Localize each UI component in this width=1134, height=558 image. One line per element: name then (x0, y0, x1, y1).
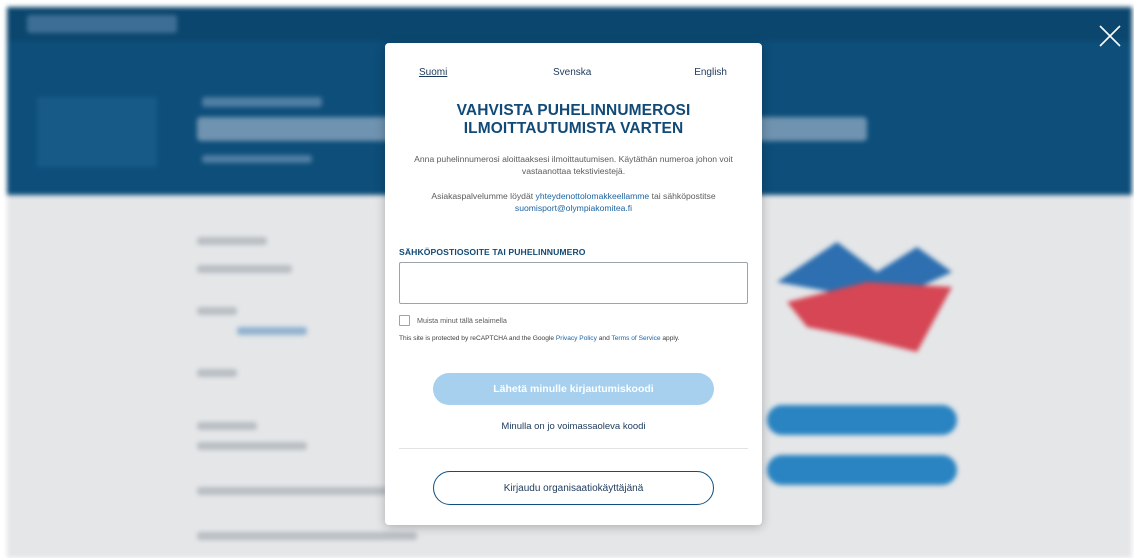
background-text-line (197, 422, 257, 430)
close-icon[interactable] (1098, 24, 1122, 48)
background-subtitle (202, 155, 312, 163)
background-brand-logo (777, 242, 952, 352)
background-text-line (197, 532, 417, 540)
contact-form-link[interactable]: yhteydenottolomakkeellamme (536, 191, 650, 201)
background-text-line (237, 327, 307, 335)
modal-title-line1: VAHVISTA PUHELINNUMEROSI (456, 102, 691, 119)
send-login-code-button[interactable]: Lähetä minulle kirjautumiskoodi (433, 373, 714, 405)
recaptcha-suffix: apply. (660, 335, 680, 342)
remember-me-label: Muista minut tällä selaimella (417, 315, 507, 325)
privacy-policy-link[interactable]: Privacy Policy (556, 335, 597, 342)
background-button (767, 455, 957, 485)
background-text-line (197, 487, 387, 495)
intro-text: Anna puhelinnumerosi aloittaaksesi ilmoi… (414, 154, 733, 176)
terms-of-service-link[interactable]: Terms of Service (611, 335, 660, 342)
background-text-line (197, 369, 237, 377)
background-button (767, 405, 957, 435)
checkbox-icon[interactable] (399, 314, 410, 326)
background-side-panel (37, 97, 157, 167)
recaptcha-and: and (596, 335, 612, 342)
remember-me[interactable]: Muista minut tällä selaimella (399, 314, 507, 326)
recaptcha-prefix: This site is protected by reCAPTCHA and … (399, 335, 556, 342)
support-email-link[interactable]: suomisport@olympiakomitea.fi (515, 203, 632, 213)
organization-login-button[interactable]: Kirjaudu organisaatiokäyttäjänä (433, 471, 714, 505)
have-code-link[interactable]: Minulla on jo voimassaoleva koodi (385, 421, 762, 432)
modal-title: VAHVISTA PUHELINNUMEROSI ILMOITTAUTUMIST… (405, 102, 742, 138)
background-text-line (197, 307, 237, 315)
recaptcha-notice: This site is protected by reCAPTCHA and … (399, 335, 749, 342)
support-prefix: Asiakaspalvelumme löydät (431, 191, 536, 201)
background-breadcrumb (202, 97, 322, 107)
support-middle: tai sähköpostitse (649, 191, 716, 201)
email-phone-label: SÄHKÖPOSTIOSOITE TAI PUHELINNUMERO (399, 247, 586, 257)
background-logo (27, 15, 177, 33)
background-text-line (197, 237, 267, 245)
email-phone-input[interactable] (399, 262, 748, 304)
language-svenska[interactable]: Svenska (553, 67, 591, 78)
support-text: Asiakaspalvelumme löydät yhteydenottolom… (397, 190, 750, 214)
language-suomi[interactable]: Suomi (419, 67, 447, 78)
background-text-line (197, 265, 292, 273)
background-text-line (197, 442, 307, 450)
login-modal: Suomi Svenska English VAHVISTA PUHELINNU… (385, 43, 762, 525)
language-selector: Suomi Svenska English (385, 67, 762, 81)
language-english[interactable]: English (694, 67, 727, 78)
divider (399, 448, 748, 449)
modal-title-line2: ILMOITTAUTUMISTA VARTEN (463, 120, 684, 137)
